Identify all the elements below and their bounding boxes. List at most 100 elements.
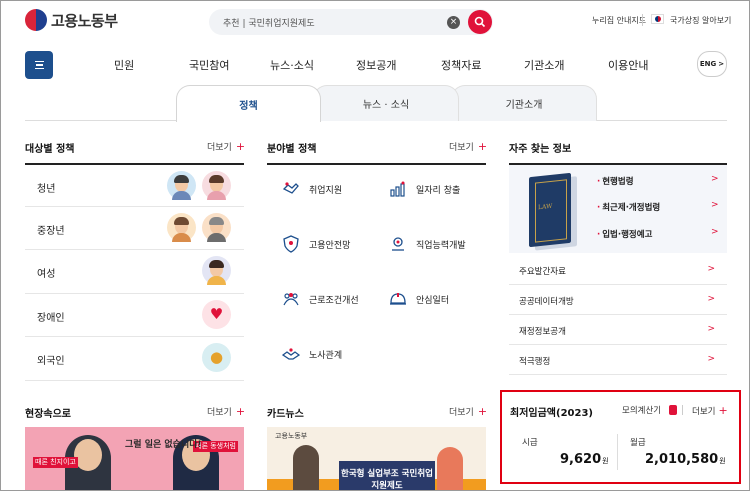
field-visit-more[interactable]: 더보기 + <box>207 405 245 418</box>
page-frame: 고용노동부 추천 | 국민취업지원제도 × 누리집 안내지도 국가상징 알아보기… <box>0 0 750 491</box>
search-bar[interactable]: 추천 | 국민취업지원제도 × <box>209 9 493 35</box>
young-man-avatar-icon <box>167 171 196 200</box>
list-item[interactable]: 외국인 ● <box>25 337 244 381</box>
national-symbol-link[interactable]: 국가상징 알아보기 <box>670 15 731 26</box>
target-policy-title: 대상별 정책 <box>25 144 75 155</box>
field-item-employment[interactable]: 취업지원 <box>281 179 342 199</box>
gnb-item-about[interactable]: 기관소개 <box>524 57 564 73</box>
shaking-hands-icon <box>281 344 301 364</box>
info-row-label: 공공데이터개방 <box>519 297 574 307</box>
minimum-wage-title: 최저임금액(2023) <box>510 408 593 419</box>
field-item-safe-workplace[interactable]: 안심일터 <box>388 289 449 309</box>
list-item[interactable]: 중장년 <box>25 207 244 251</box>
gnb-item-guide[interactable]: 이용안내 <box>608 57 648 73</box>
list-item[interactable]: 공공데이터개방 > <box>509 286 727 315</box>
more-label: 더보기 <box>449 408 474 418</box>
all-menu-button[interactable] <box>25 51 53 79</box>
law-link-current[interactable]: · 현행법령 <box>597 175 634 187</box>
info-row-label: 주요발간자료 <box>519 267 566 277</box>
field-label: 노사관계 <box>309 350 343 361</box>
search-value: 국민취업지원제도 <box>248 18 315 29</box>
tab-about[interactable]: 기관소개 <box>451 85 597 121</box>
plus-icon: + <box>477 140 488 153</box>
clear-icon[interactable]: × <box>447 15 460 29</box>
woman-avatar-icon <box>202 256 231 286</box>
field-label: 직업능력개발 <box>416 240 466 251</box>
plus-icon: + <box>477 405 488 418</box>
minimum-wage-more[interactable]: 더보기 + <box>692 404 728 417</box>
field-item-safety-net[interactable]: 고용안전망 <box>281 234 350 254</box>
more-label: 더보기 <box>692 407 716 417</box>
eng-button[interactable]: ENG > <box>697 51 727 77</box>
target-label-disabled: 장애인 <box>37 312 65 324</box>
list-item[interactable]: 여성 <box>25 250 244 294</box>
gnb-item-civil[interactable]: 민원 <box>114 57 134 73</box>
list-item[interactable]: 적극행정 > <box>509 346 727 375</box>
law-link-label: 입법·행정예고 <box>602 230 653 240</box>
search-icon <box>474 16 486 28</box>
field-item-labor-relations[interactable]: 노사관계 <box>281 344 342 364</box>
tab-policy[interactable]: 정책 <box>176 85 321 122</box>
ministry-logo[interactable]: 고용노동부 <box>25 9 118 31</box>
card-news-banner[interactable]: 고용노동부 한국형 실업부조 국민취업지원제도 <box>267 427 486 490</box>
search-input[interactable]: 추천 | 국민취업지원제도 <box>209 16 447 29</box>
shield-person-icon <box>281 234 301 254</box>
field-label: 안심일터 <box>416 295 450 306</box>
field-item-working-conditions[interactable]: 근로조건개선 <box>281 289 359 309</box>
heart-hands-icon: ♥ <box>202 299 231 329</box>
banner-caption: 그럴 일은 없습니다! <box>125 440 202 450</box>
field-visit-title: 현장속으로 <box>25 409 71 420</box>
sitemap-link[interactable]: 누리집 안내지도 <box>592 15 646 26</box>
law-book-icon: LAW <box>529 172 571 248</box>
middle-aged-man-avatar-icon <box>202 212 231 242</box>
field-item-skills[interactable]: 직업능력개발 <box>388 234 466 254</box>
plus-icon: + <box>235 405 246 418</box>
chevron-right-icon: > <box>711 174 719 184</box>
gnb-item-policy-data[interactable]: 정책자료 <box>441 57 481 73</box>
list-item[interactable]: 장애인 ♥ <box>25 294 244 338</box>
card-news-title: 카드뉴스 <box>267 409 304 420</box>
list-item[interactable]: 주요발간자료 > <box>509 256 727 285</box>
more-label: 더보기 <box>207 408 232 418</box>
minimum-wage-panel: 최저임금액(2023) 모의계산기 더보기 + 시급 9,620원 월급 2,01… <box>500 390 741 484</box>
list-item[interactable]: 청년 <box>25 163 244 207</box>
field-label: 고용안전망 <box>309 240 351 251</box>
field-item-job-creation[interactable]: 일자리 창출 <box>388 179 460 199</box>
growth-chart-icon <box>388 179 408 199</box>
people-group-icon <box>281 289 301 309</box>
gear-hand-icon <box>388 234 408 254</box>
search-category: 추천 <box>223 18 240 29</box>
hourly-label: 시급 <box>522 438 538 448</box>
hard-hat-icon <box>388 289 408 309</box>
field-policy-more[interactable]: 더보기 + <box>449 140 487 153</box>
gnb-item-disclosure[interactable]: 정보공개 <box>356 57 396 73</box>
gnb-item-news[interactable]: 뉴스·소식 <box>270 57 314 73</box>
search-button[interactable] <box>468 10 492 34</box>
calculator-icon[interactable] <box>669 405 677 415</box>
field-visit-banner[interactable]: 때론 친지이고 때론 동생처럼 그럴 일은 없습니다! <box>25 427 244 490</box>
chevron-right-icon: > <box>718 60 725 68</box>
tab-news[interactable]: 뉴스 · 소식 <box>313 85 459 121</box>
character-image <box>437 447 463 490</box>
target-label-middle-aged: 중장년 <box>37 225 65 237</box>
field-policy-title: 분야별 정책 <box>267 144 317 155</box>
target-policy-more[interactable]: 더보기 + <box>207 140 245 153</box>
middle-aged-woman-avatar-icon <box>167 212 196 242</box>
chevron-right-icon: > <box>707 264 715 274</box>
handshake-icon <box>281 179 301 199</box>
gnb-item-participation[interactable]: 국민참여 <box>189 57 229 73</box>
wage-divider <box>682 405 683 415</box>
wage-calculator-link[interactable]: 모의계산기 <box>622 404 661 416</box>
character-image <box>293 445 319 490</box>
monthly-label: 월급 <box>630 438 646 448</box>
card-news-more[interactable]: 더보기 + <box>449 405 487 418</box>
info-row-label: 적극행정 <box>519 357 551 367</box>
list-item[interactable]: 재정정보공개 > <box>509 316 727 345</box>
law-link-recent[interactable]: · 최근제·개정법령 <box>597 201 660 213</box>
eng-label: ENG <box>699 60 717 68</box>
target-label-foreigner: 외국인 <box>37 356 65 368</box>
search-separator: | <box>242 18 246 29</box>
card-news-headline: 한국형 실업부조 국민취업지원제도 <box>339 461 435 490</box>
target-label-youth: 청년 <box>37 184 56 195</box>
law-link-notice[interactable]: · 입법·행정예고 <box>597 228 652 240</box>
